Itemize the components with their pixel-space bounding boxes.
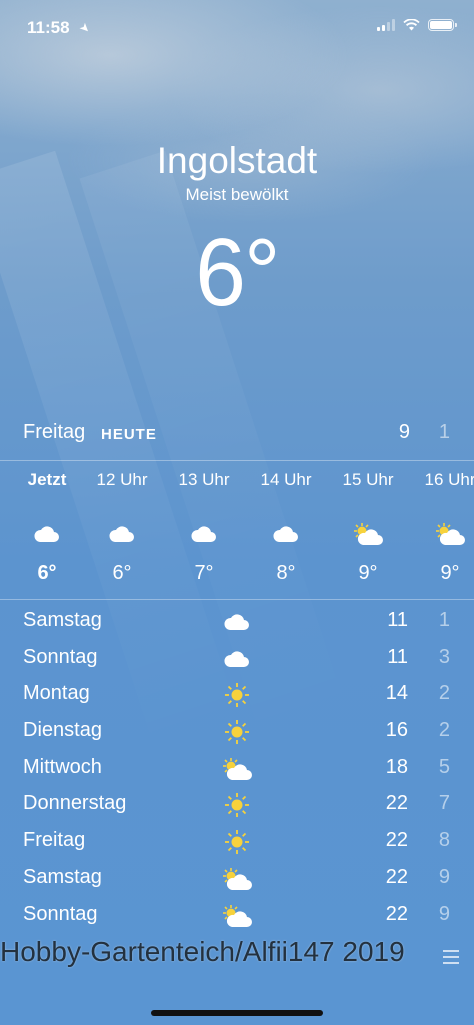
- day-low: 2: [438, 682, 450, 705]
- divider: [0, 460, 474, 461]
- battery-icon: [428, 19, 457, 31]
- hour-time: 15 Uhr: [342, 470, 394, 489]
- hourly-forecast[interactable]: Jetzt 6° 12 Uhr 6° 13 Uhr 7° 14 Uhr 8° 1…: [0, 470, 474, 588]
- today-low: 1: [438, 421, 450, 443]
- hour-time: 13 Uhr: [178, 470, 230, 489]
- day-high: 22: [385, 865, 408, 888]
- day-name: Sonntag: [23, 645, 98, 668]
- day-high: 11: [387, 645, 408, 668]
- day-name: Donnerstag: [23, 792, 127, 815]
- city-name: Ingolstadt: [156, 140, 318, 181]
- daily-row: Samstag 11 1: [0, 605, 474, 642]
- partly-sunny-icon: [220, 864, 254, 894]
- hour-temperature: 6°: [112, 562, 132, 584]
- day-low: 7: [438, 792, 450, 815]
- sun-icon: [220, 827, 254, 857]
- partly-sunny-icon: [410, 514, 474, 554]
- cloud-icon: [246, 514, 326, 554]
- hour-time: 12 Uhr: [96, 470, 148, 489]
- partly-sunny-icon: [220, 754, 254, 784]
- today-label: HEUTE: [101, 426, 157, 443]
- status-bar: 11:58 ➤: [0, 18, 474, 40]
- day-low: 8: [438, 829, 450, 852]
- cloud-icon: [220, 607, 254, 637]
- partly-sunny-icon: [220, 901, 254, 931]
- day-high: 22: [385, 902, 408, 925]
- day-high: 18: [385, 755, 408, 778]
- day-high: 22: [385, 792, 408, 815]
- hour-time: 16 Uhr: [424, 470, 474, 489]
- day-high: 22: [385, 829, 408, 852]
- day-low: 2: [438, 719, 450, 742]
- sun-icon: [220, 680, 254, 710]
- hourly-item: Jetzt 6°: [7, 470, 87, 585]
- day-name: Montag: [23, 682, 90, 705]
- day-low: 3: [438, 645, 450, 668]
- cloud-icon: [164, 514, 244, 554]
- hourly-item: 15 Uhr 9°: [328, 470, 408, 585]
- hour-time: 14 Uhr: [260, 470, 312, 489]
- hour-temperature: 9°: [440, 562, 460, 584]
- hour-temperature: 9°: [358, 562, 378, 584]
- daily-row: Freitag 22 8: [0, 825, 474, 862]
- hour-temperature: 8°: [276, 562, 296, 584]
- home-indicator[interactable]: [151, 1010, 323, 1016]
- partly-sunny-icon: [328, 514, 408, 554]
- day-name: Freitag: [23, 829, 86, 852]
- hourly-item: 13 Uhr 7°: [164, 470, 244, 585]
- watermark-text: Hobby-Gartenteich/Alfii147 2019: [0, 936, 405, 967]
- day-name: Mittwoch: [23, 755, 102, 778]
- daily-row: Samstag 22 9: [0, 862, 474, 899]
- sun-icon: [220, 717, 254, 747]
- daily-forecast[interactable]: Samstag 11 1 Sonntag 11 3 Montag 14 2 Di…: [0, 605, 474, 935]
- status-icons: [377, 19, 457, 31]
- day-name: Samstag: [23, 865, 102, 888]
- divider: [0, 599, 474, 600]
- cloud-icon: [82, 514, 162, 554]
- weather-condition: Meist bewölkt: [185, 185, 289, 204]
- day-high: 16: [385, 719, 408, 742]
- cloud-icon: [220, 644, 254, 674]
- sun-icon: [220, 790, 254, 820]
- cellular-signal-icon: [377, 19, 395, 31]
- wifi-icon: [403, 19, 420, 31]
- hour-temperature: 6°: [37, 562, 57, 584]
- day-low: 1: [438, 609, 450, 631]
- day-name: Samstag: [23, 609, 102, 631]
- hour-temperature: 7°: [194, 562, 214, 584]
- daily-row: Montag 14 2: [0, 678, 474, 715]
- cloud-icon: [7, 514, 87, 554]
- list-icon[interactable]: [443, 950, 459, 964]
- day-low: 9: [438, 865, 450, 888]
- hourly-item: 12 Uhr 6°: [82, 470, 162, 585]
- day-low: 9: [438, 902, 450, 925]
- day-name: Sonntag: [23, 902, 98, 925]
- daily-row: Sonntag 22 9: [0, 899, 474, 936]
- status-time: 11:58: [27, 18, 70, 37]
- today-high: 9: [398, 421, 410, 443]
- current-temperature: 6°: [195, 219, 280, 326]
- daily-row: Sonntag 11 3: [0, 642, 474, 679]
- day-high: 14: [385, 682, 408, 705]
- hour-time: Jetzt: [27, 470, 67, 489]
- daily-row: Dienstag 16 2: [0, 715, 474, 752]
- day-high: 11: [387, 609, 408, 631]
- daily-row: Donnerstag 22 7: [0, 788, 474, 825]
- location-arrow-icon: ➤: [76, 19, 94, 37]
- hourly-item: 16 Uhr 9°: [410, 470, 474, 585]
- day-name: Dienstag: [23, 719, 102, 742]
- today-row: Freitag HEUTE 9 1: [0, 421, 474, 451]
- daily-row: Mittwoch 18 5: [0, 752, 474, 789]
- hourly-item: 14 Uhr 8°: [246, 470, 326, 585]
- today-day: Freitag: [23, 421, 86, 443]
- day-low: 5: [438, 755, 450, 778]
